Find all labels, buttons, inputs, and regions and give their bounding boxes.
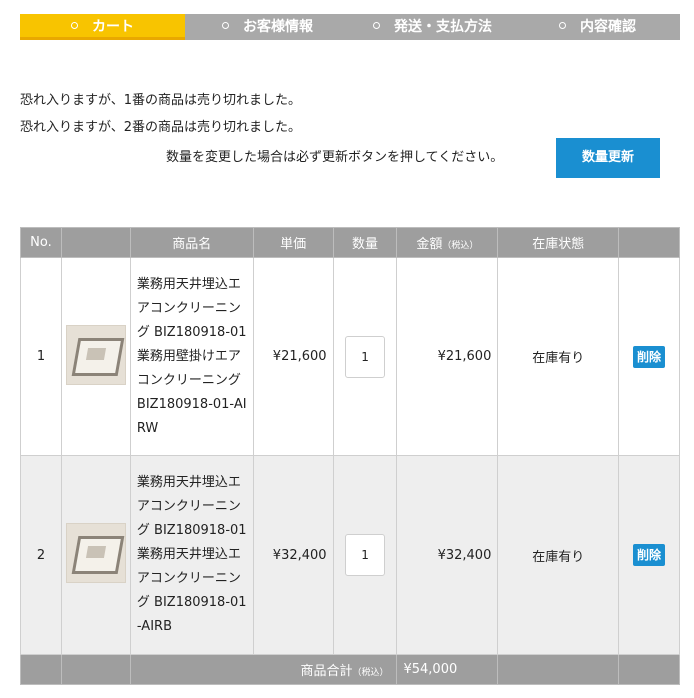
step-label: お客様情報 <box>243 19 313 35</box>
table-header-row: No. 商品名 単価 数量 金額（税込） 在庫状態 <box>20 227 680 258</box>
total-empty-cell <box>20 654 62 685</box>
unit-price: ¥21,600 <box>252 257 334 456</box>
product-thumbnail[interactable] <box>65 324 126 385</box>
header-image <box>60 227 131 258</box>
quantity-cell: 1 <box>332 455 398 655</box>
header-stock: 在庫状態 <box>497 227 620 258</box>
total-tax-label: （税込） <box>352 668 389 678</box>
unit-price: ¥32,400 <box>252 455 334 655</box>
step-cart: カート <box>20 14 185 40</box>
product-image-cell <box>60 257 131 456</box>
product-thumbnail[interactable] <box>65 523 126 583</box>
step-label: カート <box>92 19 134 35</box>
product-image-cell <box>60 455 131 655</box>
active-step-underline <box>20 37 185 40</box>
product-name[interactable]: 業務用天井埋込エアコンクリーニング BIZ180918-01 業務用壁掛けエアコ… <box>129 257 254 456</box>
product-name[interactable]: 業務用天井埋込エアコンクリーニング BIZ180918-01 業務用天井埋込エア… <box>129 455 254 655</box>
step-bullet-icon <box>373 21 380 29</box>
total-empty-cell <box>497 654 620 685</box>
step-bullet-icon <box>222 21 229 29</box>
total-value: ¥54,000 <box>396 654 499 685</box>
aircon-grill-shape <box>85 546 106 558</box>
header-quantity: 数量 <box>332 227 398 258</box>
step-customer-info: お客様情報 <box>185 14 350 40</box>
quantity-cell: 1 <box>332 257 398 456</box>
step-bullet-icon <box>559 21 566 29</box>
step-bullet-icon <box>71 21 78 29</box>
stock-status: 在庫有り <box>497 257 620 456</box>
soldout-message-2: 恐れ入りますが、2番の商品は売り切れました。 <box>20 120 302 135</box>
quantity-input[interactable]: 1 <box>345 534 386 576</box>
header-name: 商品名 <box>129 227 254 258</box>
step-label: 発送・支払方法 <box>394 19 492 35</box>
soldout-message-1: 恐れ入りますが、1番の商品は売り切れました。 <box>20 93 302 108</box>
update-notice: 数量を変更した場合は必ず更新ボタンを押してください。 <box>166 150 504 165</box>
row-amount: ¥21,600 <box>396 257 499 456</box>
quantity-input[interactable]: 1 <box>345 335 386 378</box>
total-row: 商品合計（税込） ¥54,000 <box>20 654 680 685</box>
action-cell: 削除 <box>618 455 680 655</box>
row-no: 1 <box>20 257 62 456</box>
total-empty-cell <box>618 654 680 685</box>
header-amount: 金額（税込） <box>396 227 499 258</box>
delete-button[interactable]: 削除 <box>633 544 666 566</box>
row-amount: ¥32,400 <box>396 455 499 655</box>
update-quantity-button[interactable]: 数量更新 <box>556 138 660 178</box>
header-amount-tax: （税込） <box>442 241 479 251</box>
total-empty-cell <box>60 654 131 685</box>
step-shipping-payment: 発送・支払方法 <box>350 14 515 40</box>
action-cell: 削除 <box>618 257 680 456</box>
header-no: No. <box>20 227 62 258</box>
total-label: 商品合計 <box>300 664 353 679</box>
cart-table: No. 商品名 単価 数量 金額（税込） 在庫状態 1 業務用天井埋込エアコンク… <box>20 227 680 685</box>
step-label: 内容確認 <box>580 19 636 35</box>
header-amount-label: 金額 <box>416 237 443 252</box>
step-confirm: 内容確認 <box>515 14 680 40</box>
aircon-grill-shape <box>85 347 106 360</box>
table-row: 1 業務用天井埋込エアコンクリーニング BIZ180918-01 業務用壁掛けエ… <box>20 257 680 456</box>
row-no: 2 <box>20 455 62 655</box>
delete-button[interactable]: 削除 <box>633 345 666 368</box>
header-action <box>618 227 680 258</box>
stock-status: 在庫有り <box>497 455 620 655</box>
checkout-steps: カート お客様情報 発送・支払方法 内容確認 <box>20 14 680 40</box>
header-unit-price: 単価 <box>252 227 334 258</box>
total-label-cell: 商品合計（税込） <box>129 654 398 685</box>
table-row: 2 業務用天井埋込エアコンクリーニング BIZ180918-01 業務用天井埋込… <box>20 455 680 655</box>
